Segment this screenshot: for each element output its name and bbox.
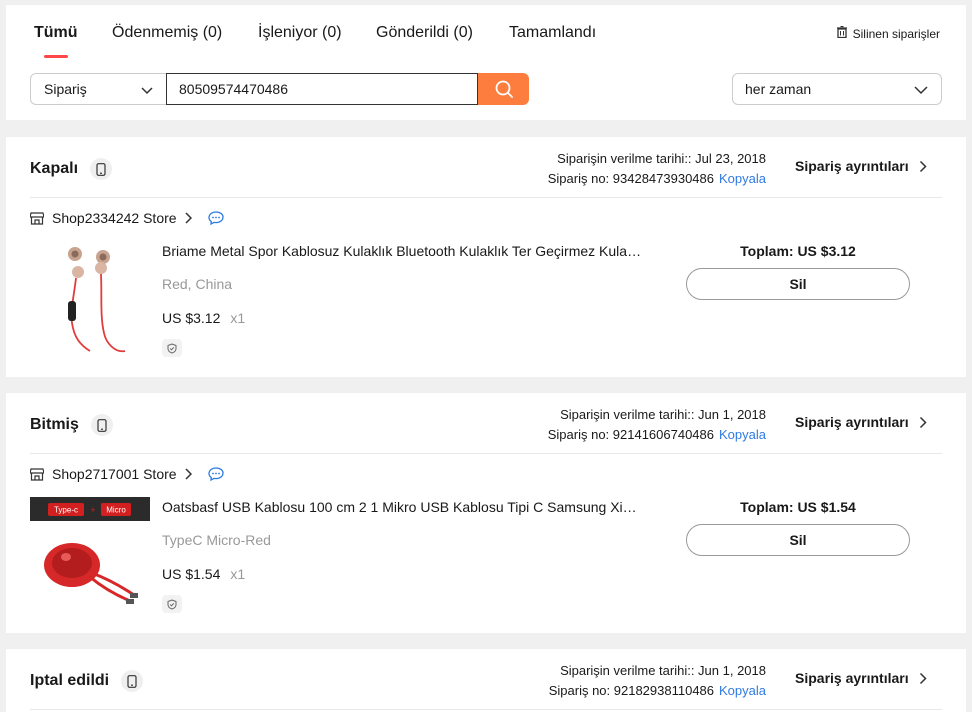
product-price-row: US $3.12 x1 — [162, 310, 245, 326]
product-image[interactable] — [30, 241, 150, 361]
chevron-down-icon — [141, 87, 153, 95]
order-status-label: Iptal edildi — [30, 672, 110, 689]
image-banner-right: Micro — [106, 506, 126, 515]
order-number: Sipariş no: 92141606740486 — [547, 427, 715, 442]
order-details-link[interactable]: Sipariş ayrıntıları — [795, 414, 927, 430]
order-meta: Siparişin verilme tarihi:: Jun 1, 2018 S… — [549, 661, 766, 701]
order-status: Bitmiş — [30, 414, 113, 436]
search-type-value: Sipariş — [44, 81, 87, 97]
order-status: Iptal edildi — [30, 670, 144, 692]
store-name: Shop2334242 Store — [52, 210, 177, 226]
order-card: Kapalı Siparişin verilme tarihi:: Jul 23… — [6, 137, 966, 377]
image-banner-left: Type-c — [54, 506, 78, 515]
chevron-right-icon — [185, 468, 192, 480]
order-meta: Siparişin verilme tarihi:: Jul 23, 2018 … — [548, 149, 766, 189]
store-icon — [30, 211, 44, 225]
product-image[interactable]: Type-c + Micro — [30, 497, 150, 617]
order-date: Siparişin verilme tarihi:: Jun 1, 2018 — [560, 663, 766, 678]
order-date: Siparişin verilme tarihi:: Jun 1, 2018 — [560, 407, 766, 422]
order-details-link[interactable]: Sipariş ayrıntıları — [795, 670, 927, 686]
product-quantity: x1 — [230, 310, 246, 326]
mobile-order-icon — [90, 158, 113, 180]
tab-shipped[interactable]: Gönderildi (0) — [376, 24, 473, 42]
delete-order-button[interactable]: Sil — [686, 268, 910, 300]
deleted-orders-link[interactable]: Silinen siparişler — [836, 25, 940, 41]
order-status-label: Kapalı — [30, 160, 79, 177]
store-row: Shop2717001 Store — [30, 466, 224, 482]
chat-icon[interactable] — [207, 211, 224, 225]
order-details-label: Sipariş ayrıntıları — [795, 414, 909, 430]
chevron-right-icon — [919, 672, 927, 684]
delete-order-button[interactable]: Sil — [686, 524, 910, 556]
store-icon — [30, 467, 44, 481]
tab-processing[interactable]: İşleniyor (0) — [258, 24, 342, 42]
order-details-label: Sipariş ayrıntıları — [795, 670, 909, 686]
search-type-select[interactable]: Sipariş — [30, 73, 166, 105]
usb-cable-image: Type-c + Micro — [30, 497, 150, 604]
order-number: Sipariş no: 93428473930486 — [547, 171, 715, 186]
search-input[interactable] — [166, 73, 478, 105]
store-row: Shop2334242 Store — [30, 210, 224, 226]
order-tabs: Tümü Ödenmemiş (0) İşleniyor (0) Gönderi… — [6, 5, 966, 61]
search-button[interactable] — [478, 73, 529, 105]
product-title[interactable]: Oatsbasf USB Kablosu 100 cm 2 1 Mikro US… — [162, 499, 642, 515]
tab-unpaid[interactable]: Ödenmemiş (0) — [112, 24, 222, 42]
divider — [30, 197, 942, 198]
order-meta: Siparişin verilme tarihi:: Jun 1, 2018 S… — [548, 405, 766, 445]
time-range-value: her zaman — [745, 81, 812, 97]
order-date: Siparişin verilme tarihi:: Jul 23, 2018 — [557, 151, 766, 166]
trash-icon — [836, 25, 847, 41]
chevron-right-icon — [185, 212, 192, 224]
order-card: Bitmiş Siparişin verilme tarihi:: Jun 1,… — [6, 393, 966, 633]
copy-order-number-link[interactable]: Kopyala — [719, 683, 766, 698]
filter-panel: Tümü Ödenmemiş (0) İşleniyor (0) Gönderi… — [6, 5, 966, 120]
order-total: Toplam: US $1.54 — [740, 499, 856, 515]
buyer-protection-icon — [162, 339, 182, 357]
chevron-right-icon — [919, 416, 927, 428]
product-price: US $1.54 — [162, 566, 221, 582]
product-title[interactable]: Briame Metal Spor Kablosuz Kulaklık Blue… — [162, 243, 642, 259]
order-number: Sipariş no: 92182938110486 — [548, 683, 715, 698]
tab-all[interactable]: Tümü — [34, 24, 78, 42]
product-price-row: US $1.54 x1 — [162, 566, 245, 582]
chevron-right-icon — [919, 160, 927, 172]
order-details-link[interactable]: Sipariş ayrıntıları — [795, 158, 927, 174]
product-variant: Red, China — [162, 276, 233, 292]
product-price: US $3.12 — [162, 310, 221, 326]
store-name: Shop2717001 Store — [52, 466, 177, 482]
order-status-label: Bitmiş — [30, 416, 79, 433]
buyer-protection-icon — [162, 595, 182, 613]
order-total: Toplam: US $3.12 — [740, 243, 856, 259]
divider — [30, 709, 942, 710]
chat-icon[interactable] — [207, 467, 224, 481]
order-card: Iptal edildi Siparişin verilme tarihi:: … — [6, 649, 966, 712]
divider — [30, 453, 942, 454]
tab-completed[interactable]: Tamamlandı — [509, 24, 596, 42]
mobile-order-icon — [121, 670, 144, 692]
time-range-select[interactable]: her zaman — [732, 73, 942, 105]
store-link[interactable]: Shop2334242 Store — [52, 210, 192, 226]
product-variant: TypeC Micro-Red — [162, 532, 271, 548]
copy-order-number-link[interactable]: Kopyala — [719, 427, 766, 442]
active-tab-indicator — [44, 55, 68, 58]
copy-order-number-link[interactable]: Kopyala — [719, 171, 766, 186]
order-details-label: Sipariş ayrıntıları — [795, 158, 909, 174]
deleted-orders-label: Silinen siparişler — [852, 26, 940, 41]
search-icon — [495, 80, 513, 98]
store-link[interactable]: Shop2717001 Store — [52, 466, 192, 482]
order-status: Kapalı — [30, 158, 113, 180]
chevron-down-icon — [914, 86, 928, 95]
product-quantity: x1 — [230, 566, 246, 582]
image-banner-plus: + — [90, 505, 95, 515]
mobile-order-icon — [90, 414, 113, 436]
earphones-image — [68, 247, 126, 353]
